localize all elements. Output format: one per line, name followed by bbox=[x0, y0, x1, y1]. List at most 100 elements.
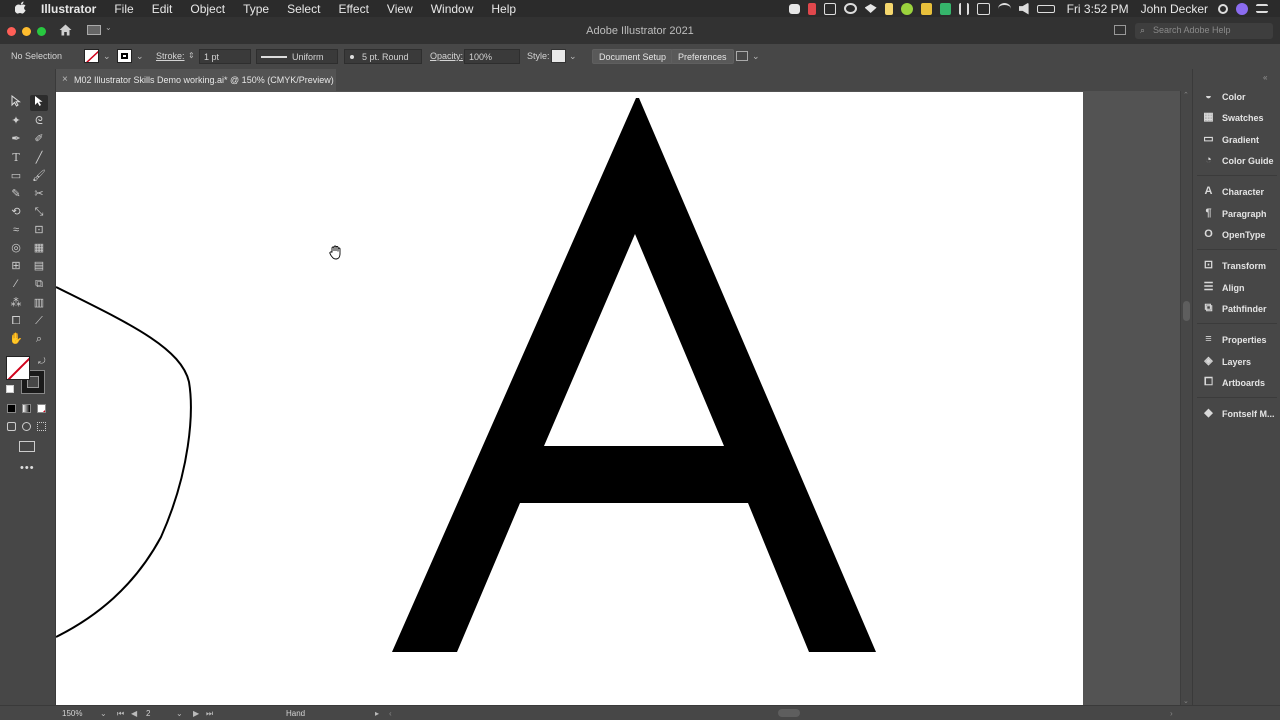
pen-tool-icon[interactable]: ✒ bbox=[7, 131, 25, 147]
line-segment-tool-icon[interactable]: ╱ bbox=[30, 150, 48, 166]
swap-fill-stroke-icon[interactable]: ⤾ bbox=[38, 356, 46, 367]
panel-paragraph[interactable]: ¶ Paragraph bbox=[1193, 205, 1280, 223]
creative-cloud-icon[interactable] bbox=[843, 3, 857, 14]
zoom-tool-icon[interactable]: ⌕ bbox=[30, 331, 48, 347]
opacity-field[interactable]: 100% bbox=[464, 49, 520, 64]
none-mode-icon[interactable] bbox=[37, 404, 46, 413]
gradient-tool-icon[interactable]: ▤ bbox=[30, 258, 48, 274]
type-tool-icon[interactable]: T bbox=[7, 150, 25, 166]
volume-icon[interactable] bbox=[1018, 2, 1029, 15]
close-tab-icon[interactable]: × bbox=[62, 74, 68, 85]
menu-file[interactable]: File bbox=[105, 2, 142, 16]
status-menu-arrow-icon[interactable]: ▸ bbox=[375, 709, 379, 718]
panel-fontself[interactable]: ◆ Fontself M... bbox=[1193, 405, 1280, 423]
hand-tool-icon[interactable]: ✋ bbox=[7, 331, 25, 347]
artboard-chevron-down-icon[interactable]: ⌄ bbox=[176, 709, 183, 718]
menu-view[interactable]: View bbox=[378, 2, 422, 16]
lasso-tool-icon[interactable]: ᘓ bbox=[30, 113, 48, 129]
rotate-tool-icon[interactable]: ⟲ bbox=[7, 204, 25, 220]
menu-type[interactable]: Type bbox=[234, 2, 278, 16]
document-setup-button[interactable]: Document Setup bbox=[592, 49, 674, 64]
move-icon[interactable] bbox=[958, 2, 969, 15]
panel-toggle-icon[interactable] bbox=[1114, 25, 1126, 35]
spotlight-search-icon[interactable] bbox=[1218, 3, 1228, 14]
gradient-mode-icon[interactable] bbox=[22, 404, 31, 413]
warp-tool-icon[interactable]: ≈ bbox=[7, 222, 25, 238]
green-app-icon[interactable] bbox=[939, 2, 951, 15]
rectangle-tool-icon[interactable]: ▭ bbox=[7, 168, 25, 184]
panel-swatches[interactable]: ▦ Swatches bbox=[1193, 109, 1280, 127]
record-icon[interactable] bbox=[788, 3, 800, 14]
clock[interactable]: Fri 3:52 PM bbox=[1067, 2, 1129, 16]
artboard-number-field[interactable]: 2 bbox=[146, 709, 150, 718]
brush-select[interactable]: 5 pt. Round bbox=[344, 49, 422, 64]
scroll-down-icon[interactable]: ⌄ bbox=[1183, 697, 1189, 705]
collapse-panels-icon[interactable]: « bbox=[1263, 73, 1267, 82]
menu-window[interactable]: Window bbox=[422, 2, 483, 16]
vertical-scrollbar[interactable]: ⌃ ⌄ bbox=[1180, 91, 1192, 705]
siri-icon[interactable] bbox=[1236, 2, 1248, 15]
column-graph-tool-icon[interactable]: ▥ bbox=[30, 295, 48, 311]
panel-artboards[interactable]: ⧠ Artboards bbox=[1193, 374, 1280, 392]
horizontal-scroll-thumb[interactable] bbox=[778, 709, 800, 717]
artboard[interactable] bbox=[56, 92, 1083, 705]
preferences-button[interactable]: Preferences bbox=[671, 49, 734, 64]
app-status-icon[interactable] bbox=[807, 2, 816, 15]
menu-object[interactable]: Object bbox=[181, 2, 234, 16]
scissors-tool-icon[interactable]: ✂ bbox=[30, 186, 48, 202]
scroll-up-icon[interactable]: ⌃ bbox=[1183, 91, 1189, 99]
default-fill-stroke-icon[interactable] bbox=[6, 385, 14, 393]
apple-menu-icon[interactable] bbox=[14, 1, 29, 17]
next-artboard-icon[interactable]: ▶ bbox=[193, 709, 199, 718]
previous-artboard-icon[interactable]: ◀ bbox=[131, 709, 137, 718]
eyedropper-tool-icon[interactable]: ⁄ bbox=[7, 276, 25, 292]
user-name[interactable]: John Decker bbox=[1141, 2, 1208, 16]
draw-inside-icon[interactable] bbox=[37, 422, 46, 431]
draw-normal-icon[interactable] bbox=[7, 422, 16, 431]
panel-properties[interactable]: ≡ Properties bbox=[1193, 331, 1280, 349]
panel-gradient[interactable]: ▭ Gradient bbox=[1193, 131, 1280, 149]
battery-icon[interactable] bbox=[1036, 4, 1055, 13]
panel-character[interactable]: A Character bbox=[1193, 183, 1280, 201]
menu-help[interactable]: Help bbox=[482, 2, 525, 16]
zoom-chevron-down-icon[interactable]: ⌄ bbox=[100, 709, 107, 718]
tracker-icon[interactable] bbox=[900, 2, 913, 15]
panel-color[interactable]: ◒ Color bbox=[1193, 88, 1280, 106]
zoom-level-field[interactable]: 150% bbox=[62, 709, 82, 718]
display-icon[interactable] bbox=[976, 2, 990, 15]
menu-effect[interactable]: Effect bbox=[329, 2, 377, 16]
window-icon[interactable] bbox=[823, 2, 836, 15]
fill-color-box[interactable] bbox=[6, 356, 30, 380]
panel-opentype[interactable]: O OpenType bbox=[1193, 226, 1280, 244]
dropbox-icon[interactable] bbox=[864, 4, 877, 13]
perspective-grid-tool-icon[interactable]: ▦ bbox=[30, 240, 48, 256]
direct-selection-tool-icon[interactable] bbox=[30, 95, 48, 111]
wifi-icon[interactable] bbox=[997, 2, 1011, 15]
shaper-tool-icon[interactable]: ✎ bbox=[7, 186, 25, 202]
first-artboard-icon[interactable]: ⏮ bbox=[117, 709, 124, 719]
opacity-label[interactable]: Opacity: bbox=[430, 51, 463, 61]
search-help-input[interactable]: ⌕ Search Adobe Help bbox=[1135, 23, 1273, 39]
draw-behind-icon[interactable] bbox=[22, 422, 31, 431]
blend-tool-icon[interactable]: ⧉ bbox=[30, 276, 48, 292]
shape-builder-tool-icon[interactable]: ◎ bbox=[7, 240, 25, 256]
slice-tool-icon[interactable]: ⟋ bbox=[30, 313, 48, 329]
symbol-sprayer-tool-icon[interactable]: ⁂ bbox=[7, 295, 25, 311]
panel-layers[interactable]: ◈ Layers bbox=[1193, 353, 1280, 371]
fill-dropdown-chevron-icon[interactable]: ⌄ bbox=[103, 51, 111, 62]
curvature-tool-icon[interactable]: ✐ bbox=[30, 131, 48, 147]
stroke-label[interactable]: Stroke: bbox=[156, 51, 185, 61]
screen-mode-icon[interactable] bbox=[19, 441, 35, 452]
arrange-chevron-down-icon[interactable]: ⌄ bbox=[752, 51, 760, 62]
canvas-area[interactable] bbox=[56, 91, 1180, 705]
stroke-swatch[interactable] bbox=[117, 49, 132, 63]
artboard-tool-icon[interactable]: ⧠ bbox=[7, 313, 25, 329]
paintbrush-tool-icon[interactable]: 🖌 bbox=[30, 168, 48, 184]
panel-align[interactable]: ☰ Align bbox=[1193, 279, 1280, 297]
menu-illustrator[interactable]: Illustrator bbox=[29, 2, 105, 16]
style-swatch[interactable] bbox=[551, 49, 566, 63]
bookmark-icon[interactable] bbox=[884, 2, 893, 15]
color-mode-icon[interactable] bbox=[7, 404, 16, 413]
document-tab[interactable]: × M02 Illustrator Skills Demo working.ai… bbox=[56, 69, 336, 91]
stroke-stepper-icon[interactable]: ⇕ bbox=[188, 51, 195, 60]
